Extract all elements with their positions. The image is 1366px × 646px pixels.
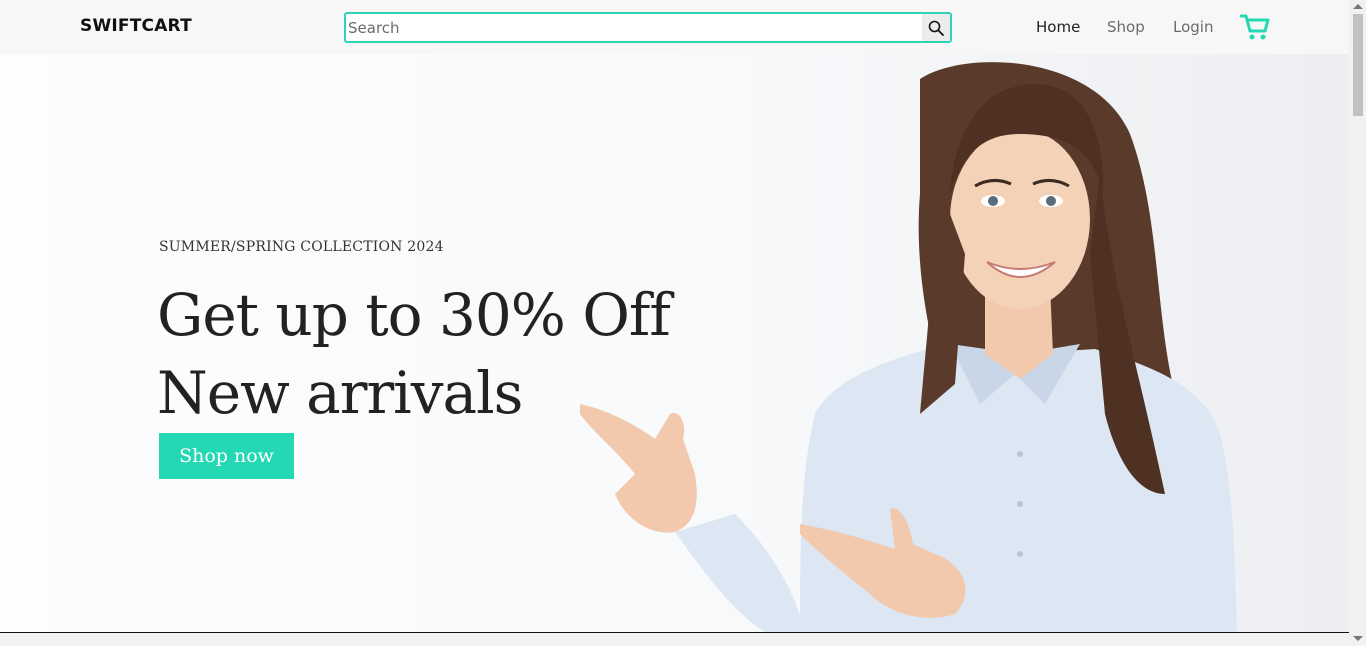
scroll-up-arrow-icon[interactable] — [1353, 4, 1363, 9]
scrollbar-thumb[interactable] — [1353, 14, 1363, 116]
page-bottom-edge — [0, 632, 1349, 646]
site-header: SWIFTCART Home Shop Login — [0, 0, 1349, 54]
shop-now-button[interactable]: Shop now — [159, 433, 294, 479]
nav-login-link[interactable]: Login — [1173, 18, 1213, 36]
search-input[interactable] — [348, 14, 918, 41]
hero-model-image — [580, 62, 1237, 632]
hero-banner: SUMMER/SPRING COLLECTION 2024 Get up to … — [0, 54, 1349, 632]
brand-logo[interactable]: SWIFTCART — [80, 16, 192, 36]
cart-button[interactable] — [1239, 12, 1270, 42]
cart-icon — [1239, 14, 1270, 40]
nav-home-link[interactable]: Home — [1036, 18, 1080, 36]
search-button[interactable] — [922, 14, 950, 41]
collection-eyebrow: SUMMER/SPRING COLLECTION 2024 — [159, 239, 444, 255]
search-icon — [928, 20, 944, 36]
nav-shop-link[interactable]: Shop — [1107, 18, 1145, 36]
vertical-scrollbar[interactable] — [1349, 0, 1366, 645]
scroll-down-arrow-icon[interactable] — [1353, 636, 1363, 641]
search-bar — [344, 12, 952, 43]
